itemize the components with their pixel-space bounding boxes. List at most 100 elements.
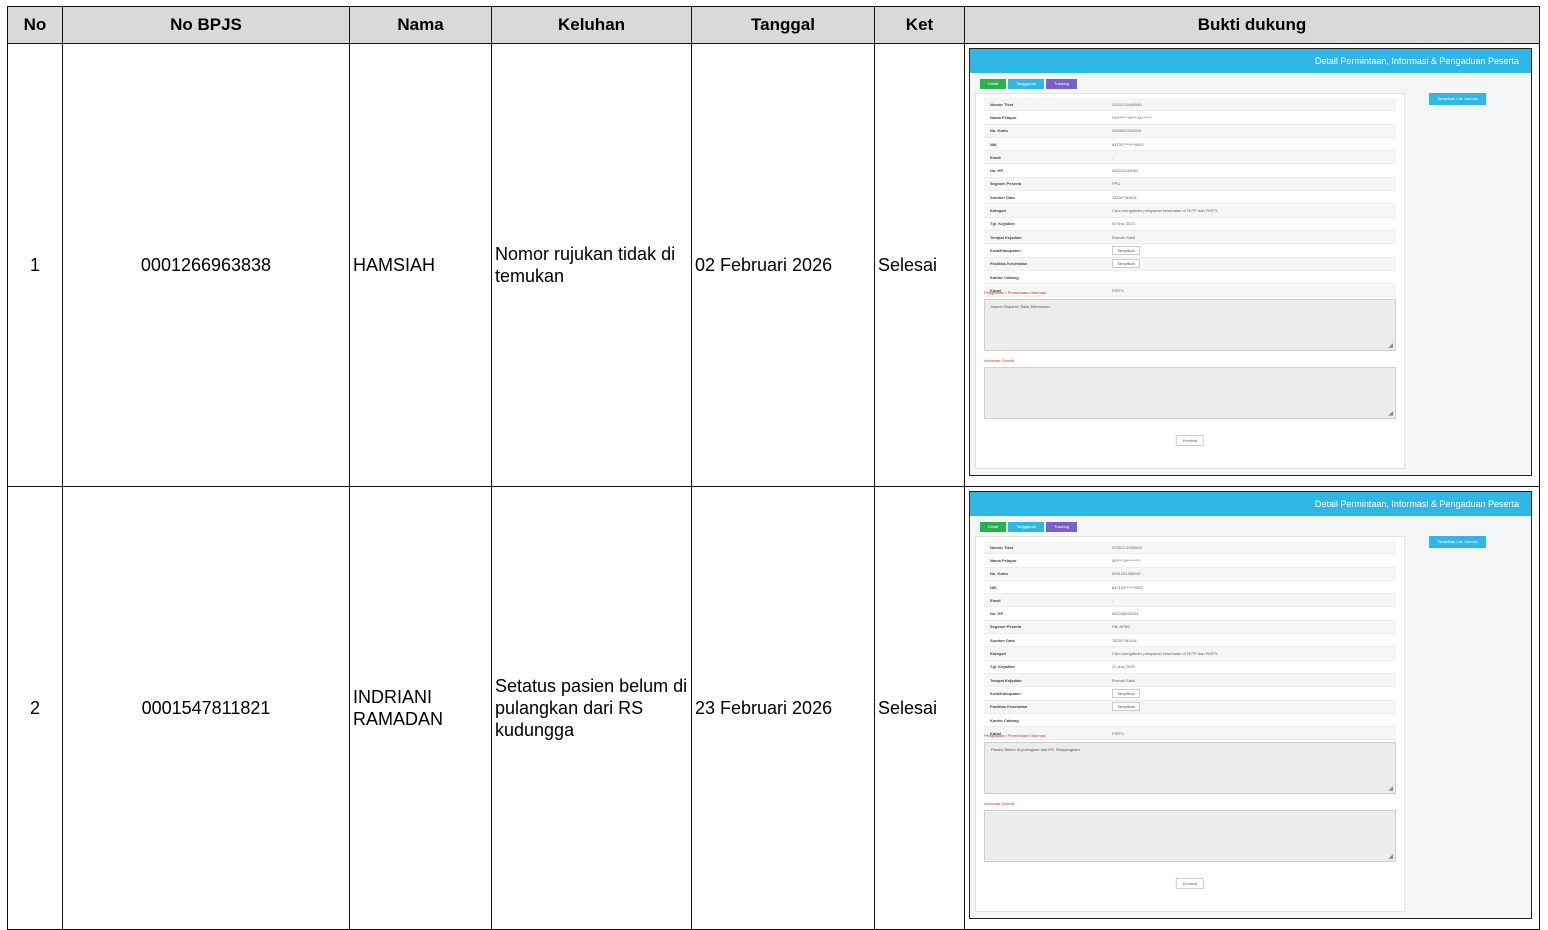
detail-value: PBI APBD <box>1112 624 1131 630</box>
show-journey-button[interactable]: Tampilkan List Journey <box>1429 536 1486 548</box>
cell-tanggal: 23 Februari 2026 <box>691 486 875 930</box>
evidence-title-bar: Detail Permintaan, Informasi & Pengaduan… <box>970 49 1531 73</box>
detail-row: Fasilitas Kesehatan Tampilkan <box>984 700 1396 714</box>
detail-value: M3*** M********* <box>1112 557 1141 563</box>
complaint-table: No No BPJS Nama Keluhan Tanggal Ket Bukt… <box>7 6 1540 930</box>
detail-row: No. Kartu 0001261588957 <box>984 567 1396 581</box>
detail-row: No. HP 082211149081 <box>984 164 1396 178</box>
detail-row: Tempat Kejadian Rumah Sakit <box>984 673 1396 688</box>
detail-label: NIK <box>990 141 997 147</box>
header-bukti-dukung: Bukti dukung <box>964 6 1540 44</box>
cell-bukti-dukung: Detail Permintaan, Informasi & Pengaduan… <box>964 486 1540 930</box>
detail-label: Kota/Kabupaten <box>990 690 1021 696</box>
detail-row: Tgl. Kejadian 21 Nov 2025 <box>984 661 1396 674</box>
detail-label: Nama Pelapor <box>990 557 1017 563</box>
detail-row: Tgl. Kejadian 03 Nov 2025 <box>984 218 1396 231</box>
detail-label: Sumber Data <box>990 637 1015 643</box>
detail-value: FKRTL <box>1112 287 1125 293</box>
detail-row: Nama Pelapor HU****** M*** AL****** <box>984 111 1396 125</box>
cell-bukti-dukung: Detail Permintaan, Informasi & Pengaduan… <box>964 43 1540 487</box>
complaint-label: Pengaduan / Permintaan Informasi <box>984 290 1046 295</box>
info-textarea[interactable]: ◢ <box>984 367 1396 419</box>
back-button[interactable]: Kembali <box>1175 878 1205 889</box>
detail-label: Tempat Kejadian <box>990 234 1022 240</box>
evidence-detail-panel: Nomor Tiket 202511.0460026 Nama Pelapor M3*… <box>975 536 1405 912</box>
detail-list: Nomor Tiket 202511.0460026 Nama Pelapor M3*… <box>984 541 1396 741</box>
cell-nama: INDRIANI RAMADAN <box>349 486 492 930</box>
detail-value: 647104******0001 <box>1112 584 1144 590</box>
resize-handle-icon: ◢ <box>1388 854 1393 860</box>
tab-tanggapan[interactable]: Tanggapan <box>1008 522 1045 532</box>
table-header-row: No No BPJS Nama Keluhan Tanggal Ket Bukt… <box>7 6 1540 44</box>
tab-tracking[interactable]: Tracking <box>1046 79 1078 89</box>
detail-value: 647207******0002 <box>1112 141 1144 147</box>
show-button[interactable]: Tampilkan <box>1112 702 1141 712</box>
show-button[interactable]: Tampilkan <box>1112 259 1141 269</box>
header-no-bpjs: No BPJS <box>62 6 350 44</box>
table-row: 1 0001266963838 HAMSIAH Nomor rujukan ti… <box>7 43 1540 487</box>
detail-row: Kategori Cara mengakses pelayanan kesehat… <box>984 204 1396 218</box>
detail-label: Kantor Cabang <box>990 274 1019 280</box>
evidence-title-bar: Detail Permintaan, Informasi & Pengaduan… <box>970 492 1531 516</box>
detail-list: Nomor Tiket 202511.0460940 Nama Pelapor HU*… <box>984 98 1396 298</box>
detail-row: NIK 647207******0002 <box>984 138 1396 152</box>
detail-label: Tgl. Kejadian <box>990 664 1015 670</box>
cell-no-bpjs: 0001266963838 <box>62 43 350 487</box>
complaint-textarea[interactable]: Nomor Rujukan Tidak Ditemukan. ◢ <box>984 299 1396 351</box>
detail-label: Segmen Peserta <box>990 624 1022 630</box>
cell-tanggal: 02 Februari 2026 <box>691 43 875 487</box>
detail-label: Kantor Cabang <box>990 717 1019 723</box>
table-row: 2 0001547811821 INDRIANI RAMADAN Setatus… <box>7 486 1540 930</box>
tab-detail[interactable]: Detail <box>980 79 1007 89</box>
detail-label: No. HP <box>990 168 1004 174</box>
tab-tanggapan[interactable]: Tanggapan <box>1008 79 1045 89</box>
complaint-label: Pengaduan / Permintaan Informasi <box>984 733 1046 738</box>
detail-label: Sumber Data <box>990 194 1015 200</box>
detail-label: No. HP <box>990 611 1004 617</box>
detail-value: 03 Nov 2025 <box>1112 221 1135 227</box>
detail-label: Kota/Kabupaten <box>990 247 1021 253</box>
header-ket: Ket <box>874 6 965 44</box>
cell-ket: Selesai <box>874 43 965 487</box>
detail-row: Kategori Cara mengakses pelayanan kesehat… <box>984 647 1396 661</box>
show-button[interactable]: Tampilkan <box>1112 245 1141 255</box>
complaint-textarea[interactable]: Pasien Belum di pulangkan dari RS. Bhaya… <box>984 742 1396 794</box>
detail-row: Email - <box>984 594 1396 608</box>
detail-value: - <box>1112 154 1114 160</box>
detail-label: Kategori <box>990 208 1007 214</box>
detail-value: - <box>1112 597 1114 603</box>
show-button[interactable]: Tampilkan <box>1112 688 1141 698</box>
show-journey-button[interactable]: Tampilkan List Journey <box>1429 93 1486 105</box>
evidence-screenshot: Detail Permintaan, Informasi & Pengaduan… <box>969 491 1532 919</box>
back-button[interactable]: Kembali <box>1175 435 1205 446</box>
detail-row: No. HP 082285543161 <box>984 607 1396 621</box>
detail-row: Kantor Cabang <box>984 271 1396 285</box>
detail-row: NIK 647104******0001 <box>984 581 1396 595</box>
cell-keluhan: Setatus pasien belum di pulangkan dari R… <box>491 486 692 930</box>
cell-keluhan: Nomor rujukan tidak di temukan <box>491 43 692 487</box>
detail-label: Nomor Tiket <box>990 101 1014 107</box>
detail-label: Kategori <box>990 651 1007 657</box>
detail-label: No. Kartu <box>990 571 1008 577</box>
detail-value: PPU <box>1112 181 1121 187</box>
tab-detail[interactable]: Detail <box>980 522 1007 532</box>
detail-row: Nomor Tiket 202511.0460026 <box>984 541 1396 555</box>
info-label: Informasi Gencitt <box>984 358 1015 363</box>
detail-value: Cara mengakses pelayanan kesehatan di FK… <box>1112 651 1219 657</box>
detail-value: 202511.0460026 <box>1112 544 1142 550</box>
detail-row: Nomor Tiket 202511.0460940 <box>984 98 1396 112</box>
resize-handle-icon: ◢ <box>1388 411 1393 417</box>
detail-row: No. Kartu 0003021034004 <box>984 124 1396 138</box>
evidence-tabs: Detail Tanggapan Tracking <box>980 522 1078 532</box>
info-textarea[interactable]: ◢ <box>984 810 1396 862</box>
evidence-tabs: Detail Tanggapan Tracking <box>980 79 1078 89</box>
info-label: Informasi Gencitt <box>984 801 1015 806</box>
detail-label: Fasilitas Kesehatan <box>990 704 1028 710</box>
detail-value: Cara mengakses pelayanan kesehatan di FK… <box>1112 208 1219 214</box>
detail-value: 082211149081 <box>1112 168 1139 174</box>
detail-row: Kota/Kabupaten Tampilkan <box>984 244 1396 258</box>
tab-tracking[interactable]: Tracking <box>1046 522 1078 532</box>
detail-label: NIK <box>990 584 997 590</box>
detail-label: Email <box>990 154 1001 160</box>
cell-no-bpjs: 0001547811821 <box>62 486 350 930</box>
